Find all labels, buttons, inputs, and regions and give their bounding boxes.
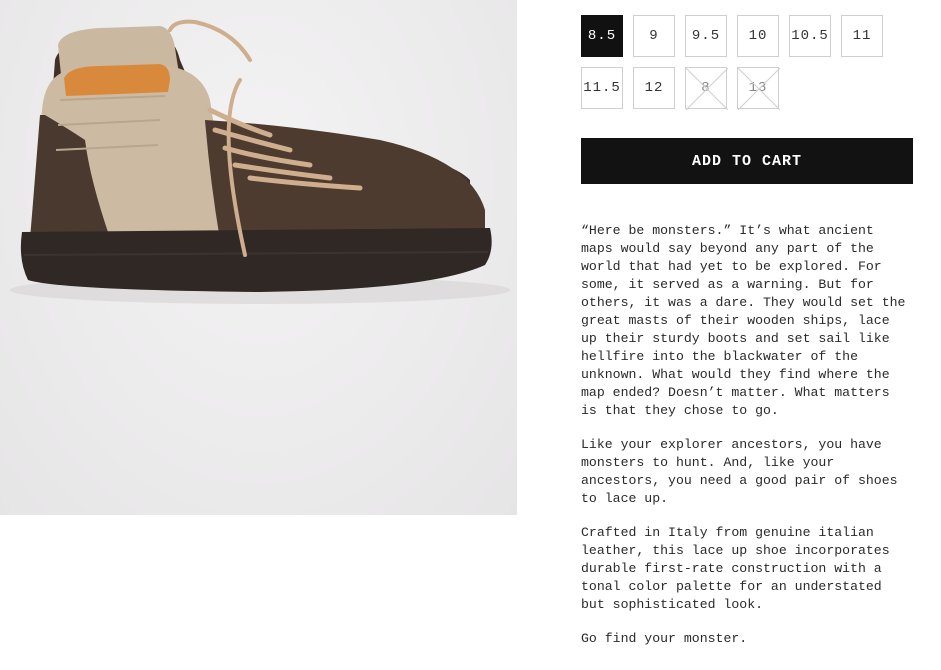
description-paragraph: Crafted in Italy from genuine italian le…	[581, 525, 890, 612]
size-label: 8.5	[587, 28, 617, 44]
add-to-cart-button[interactable]: ADD TO CART	[581, 138, 913, 184]
description-paragraph: Like your explorer ancestors, you have m…	[581, 437, 898, 506]
sold-out-cross-icon	[738, 68, 780, 110]
size-option-11-5[interactable]: 11.5	[581, 67, 623, 109]
product-description: “Here be monsters.” It’s what ancient ma…	[581, 222, 913, 664]
size-selector: 8.5 9 9.5 10 10.5 11 11.5 12 8 13	[581, 15, 913, 110]
size-option-8-unavailable[interactable]: 8	[685, 67, 728, 110]
size-label: 11.5	[583, 80, 621, 96]
size-label: 10	[748, 28, 768, 44]
sneaker-illustration	[10, 19, 510, 304]
size-label: 9	[649, 28, 659, 44]
product-image[interactable]	[0, 0, 517, 515]
size-option-9-5[interactable]: 9.5	[685, 15, 727, 57]
size-label: 9.5	[691, 28, 721, 44]
size-option-13-unavailable[interactable]: 13	[737, 67, 780, 110]
size-option-10-5[interactable]: 10.5	[789, 15, 831, 57]
size-label: 12	[644, 80, 664, 96]
size-option-8-5[interactable]: 8.5	[581, 15, 623, 57]
size-label: 11	[852, 28, 872, 44]
sold-out-cross-icon	[686, 68, 728, 110]
size-option-12[interactable]: 12	[633, 67, 675, 109]
size-option-11[interactable]: 11	[841, 15, 883, 57]
size-option-10[interactable]: 10	[737, 15, 779, 57]
description-paragraph: “Here be monsters.” It’s what ancient ma…	[581, 223, 906, 418]
size-option-9[interactable]: 9	[633, 15, 675, 57]
size-label: 10.5	[791, 28, 829, 44]
description-paragraph: Go find your monster.	[581, 631, 748, 646]
